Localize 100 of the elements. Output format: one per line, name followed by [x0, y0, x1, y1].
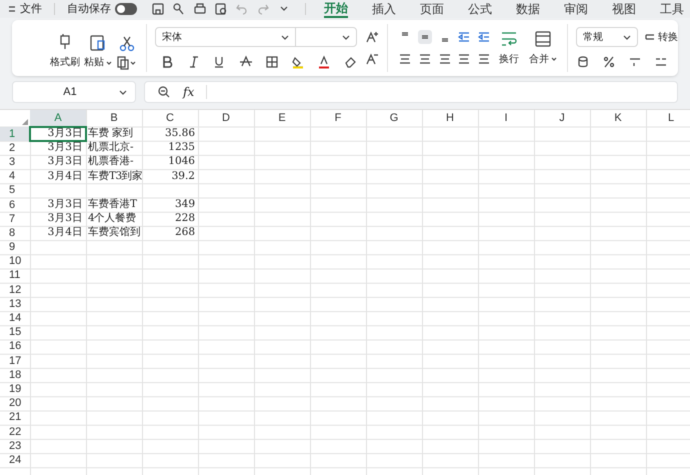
- table-cell[interactable]: 3月3日: [30, 198, 86, 212]
- ribbon-tab[interactable]: 视图: [612, 0, 636, 18]
- row-header[interactable]: 8: [0, 226, 30, 240]
- bold-icon[interactable]: [160, 55, 175, 69]
- column-header[interactable]: A: [30, 110, 86, 127]
- row-header[interactable]: 19: [0, 382, 30, 397]
- align-right-icon[interactable]: [438, 52, 452, 66]
- column-header[interactable]: I: [478, 110, 534, 127]
- strikethrough-icon[interactable]: [238, 55, 253, 69]
- name-box[interactable]: A1: [12, 81, 136, 103]
- column-header[interactable]: C: [142, 110, 198, 127]
- number-format-field[interactable]: 常规: [576, 27, 638, 47]
- table-cell[interactable]: 机票北京-: [86, 141, 142, 156]
- ribbon-tab[interactable]: 页面: [420, 0, 444, 18]
- table-cell[interactable]: 车费 家到: [86, 127, 142, 142]
- file-menu[interactable]: 文件: [8, 0, 42, 18]
- column-header[interactable]: D: [198, 110, 254, 127]
- table-cell[interactable]: 车费宾馆到: [86, 226, 142, 240]
- row-header[interactable]: 21: [0, 410, 30, 425]
- table-cell[interactable]: 机票香港-: [86, 155, 142, 170]
- autosave-toggle[interactable]: [115, 3, 137, 15]
- save-icon[interactable]: [151, 2, 165, 16]
- decrease-font-icon[interactable]: [364, 52, 379, 66]
- row-header[interactable]: 20: [0, 396, 30, 411]
- table-cell[interactable]: 1046: [142, 155, 198, 170]
- table-cell[interactable]: 349: [142, 198, 198, 212]
- table-cell[interactable]: 228: [142, 212, 198, 226]
- scissors-icon[interactable]: [119, 36, 135, 52]
- distributed-icon[interactable]: [477, 52, 492, 66]
- row-header[interactable]: 11: [0, 268, 30, 284]
- print-preview-icon[interactable]: [214, 2, 228, 16]
- row-header[interactable]: 15: [0, 326, 30, 340]
- table-cell[interactable]: 1235: [142, 141, 198, 156]
- font-color-icon[interactable]: [316, 55, 331, 69]
- row-header[interactable]: 14: [0, 311, 30, 326]
- column-header[interactable]: L: [646, 110, 690, 127]
- convert-button[interactable]: 转换: [644, 30, 678, 44]
- ribbon-tab[interactable]: 审阅: [564, 0, 588, 18]
- row-header[interactable]: 9: [0, 240, 30, 255]
- align-middle-icon[interactable]: [418, 30, 432, 44]
- table-cell[interactable]: 268: [142, 226, 198, 240]
- row-header[interactable]: 12: [0, 283, 30, 298]
- row-header[interactable]: 3: [0, 155, 30, 170]
- increase-indent-icon[interactable]: [477, 30, 492, 44]
- merge-button[interactable]: 合并: [529, 30, 558, 66]
- column-header[interactable]: H: [422, 110, 478, 127]
- row-header[interactable]: 2: [0, 141, 30, 156]
- select-all-icon[interactable]: [22, 119, 28, 125]
- row-header[interactable]: 17: [0, 354, 30, 368]
- table-cell[interactable]: 车费香港T: [86, 198, 142, 212]
- row-header[interactable]: 16: [0, 340, 30, 354]
- copy-icon[interactable]: [116, 56, 138, 70]
- ribbon-tab[interactable]: 数据: [516, 0, 540, 18]
- row-header[interactable]: 22: [0, 424, 30, 440]
- borders-icon[interactable]: [264, 55, 279, 69]
- column-header[interactable]: F: [310, 110, 366, 127]
- row-header[interactable]: 7: [0, 212, 30, 226]
- row-header[interactable]: 10: [0, 254, 30, 269]
- column-header[interactable]: G: [366, 110, 422, 127]
- table-cell[interactable]: 39.2: [142, 170, 198, 184]
- row-header[interactable]: 23: [0, 439, 30, 454]
- print-icon[interactable]: [193, 2, 207, 16]
- table-cell[interactable]: 3月4日: [30, 170, 86, 184]
- row-header[interactable]: 18: [0, 368, 30, 382]
- ribbon-tab[interactable]: 工具: [660, 0, 684, 18]
- paste-button[interactable]: 粘贴: [84, 33, 112, 70]
- row-header[interactable]: 1: [0, 127, 30, 142]
- percent-icon[interactable]: [602, 55, 616, 69]
- eraser-icon[interactable]: [342, 55, 357, 69]
- table-cell[interactable]: 3月3日: [30, 141, 86, 156]
- column-header[interactable]: K: [590, 110, 646, 127]
- database-icon[interactable]: [576, 55, 590, 69]
- fill-color-icon[interactable]: [290, 55, 305, 69]
- increase-font-icon[interactable]: [364, 30, 379, 44]
- table-cell[interactable]: 3月3日: [30, 155, 86, 170]
- row-header[interactable]: 6: [0, 198, 30, 212]
- row-header[interactable]: 4: [0, 170, 30, 184]
- table-cell[interactable]: 3月4日: [30, 226, 86, 240]
- column-header[interactable]: E: [254, 110, 310, 127]
- table-cell[interactable]: 3月3日: [30, 212, 86, 226]
- table-cell[interactable]: 35.86: [142, 127, 198, 142]
- decrease-indent-icon[interactable]: [457, 30, 472, 44]
- table-cell[interactable]: 车费T3到家: [86, 170, 142, 184]
- ribbon-tab[interactable]: 插入: [372, 0, 396, 18]
- wrap-text-button[interactable]: 换行: [499, 30, 520, 66]
- row-header[interactable]: 5: [0, 184, 30, 198]
- row-header[interactable]: 24: [0, 453, 30, 468]
- align-left-icon[interactable]: [398, 52, 412, 66]
- row-header[interactable]: 13: [0, 297, 30, 312]
- ribbon-tab[interactable]: 开始: [324, 0, 348, 18]
- format-painter-button[interactable]: 格式刷: [50, 33, 80, 70]
- column-header[interactable]: J: [534, 110, 590, 127]
- align-center-icon[interactable]: [418, 52, 432, 66]
- justify-icon[interactable]: [457, 52, 472, 66]
- function-button[interactable]: fx: [183, 83, 194, 101]
- column-header[interactable]: B: [86, 110, 142, 127]
- zoom-icon[interactable]: [157, 85, 171, 99]
- table-cell[interactable]: 4个人餐费: [86, 212, 142, 226]
- table-cell[interactable]: 3月3日: [30, 127, 86, 142]
- ribbon-tab[interactable]: 公式: [468, 0, 492, 18]
